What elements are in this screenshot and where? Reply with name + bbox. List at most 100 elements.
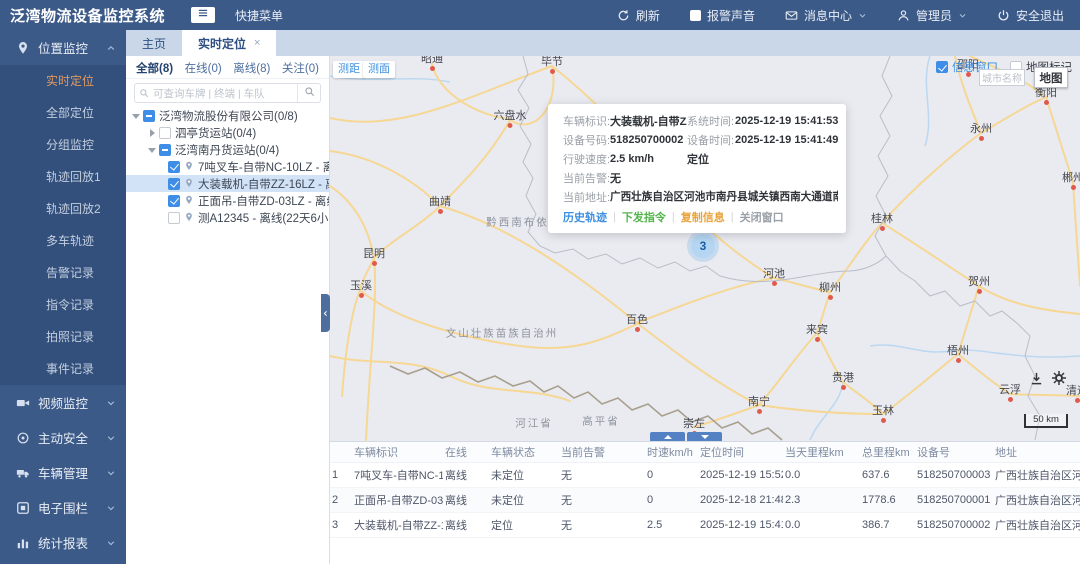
tree-node[interactable]: 泛湾南丹货运站(0/4) [126, 141, 329, 158]
tree-node[interactable]: 大装载机-自带ZZ-16LZ - 离线(2 [126, 175, 329, 192]
map-canvas[interactable]: 黔西南布依族苗族自治州文山壮族苗族自治州河江省高平省 昭通毕节六盘水曲靖昆明玉溪… [330, 56, 1080, 441]
popup-row: 车辆标识:大装载机-自带ZZ...系统时间:2025-12-19 15:41:5… [563, 111, 838, 130]
triangle-up-icon [663, 434, 672, 439]
tab-home-label: 主页 [142, 36, 167, 51]
popup-action-close-window[interactable]: 关闭窗口 [740, 209, 784, 225]
tree-node[interactable]: 正面吊-自带ZD-03LZ - 离线(19 [126, 192, 329, 209]
tree-checkbox[interactable] [143, 109, 155, 122]
menu-toggle-button[interactable] [191, 7, 216, 23]
popup-label: 当前地址: [563, 191, 611, 204]
vehicle-search-input[interactable]: 可查询车牌 | 终端 | 车队 [134, 83, 321, 103]
table-cell: 2025-12-19 15:41:49 [698, 512, 783, 538]
alarm-sound-toggle[interactable]: 报警声音 [689, 7, 755, 24]
table-collapse-buttons [650, 432, 722, 441]
gear-icon[interactable] [1051, 370, 1067, 386]
sidebar-item[interactable]: 实时定位 [0, 65, 126, 97]
filter-tab[interactable]: 全部(8) [136, 60, 173, 76]
sidebar-item[interactable]: 分组监控 [0, 129, 126, 161]
tree-checkbox[interactable] [168, 194, 180, 207]
table-cell: 无 [559, 487, 645, 513]
popup-label: 设备号码: [563, 134, 611, 147]
separator: | [730, 211, 734, 223]
table-cell: 无 [559, 512, 645, 538]
sidebar-section-label: 位置监控 [38, 42, 89, 56]
filter-tab[interactable]: 关注(0) [282, 60, 319, 76]
chevron-down-icon [106, 433, 116, 443]
filter-tab[interactable]: 在线(0) [185, 60, 222, 76]
city-search-placeholder: 城市名称 [982, 74, 1022, 85]
refresh-button[interactable]: 刷新 [617, 7, 660, 24]
map-type-button[interactable]: 地图 [1034, 67, 1068, 88]
expand-table-button[interactable] [650, 432, 685, 441]
tab-home[interactable]: 主页 [126, 30, 182, 56]
download-icon[interactable] [1029, 371, 1044, 386]
tree-node[interactable]: 7吨叉车-自带NC-10LZ - 离线(1 [126, 158, 329, 175]
filter-tab[interactable]: 离线(8) [233, 60, 270, 76]
table-cell: 0 [645, 462, 698, 488]
sidebar-item[interactable]: 告警记录 [0, 257, 126, 289]
sidebar-section-location-monitor[interactable]: 位置监控 [0, 30, 126, 65]
sidebar-section-label: 车辆管理 [38, 467, 89, 481]
sidebar-section-video-monitor[interactable]: 视频监控 [0, 385, 126, 420]
popup-action-copy-info[interactable]: 复制信息 [681, 209, 725, 225]
city-search-input[interactable]: 城市名称 [979, 69, 1025, 86]
sidebar-section-vehicle-management[interactable]: 车辆管理 [0, 455, 126, 490]
logout-button[interactable]: 安全退出 [997, 7, 1064, 24]
expand-arrow-icon[interactable] [147, 128, 157, 138]
panel-collapse-handle[interactable] [321, 294, 330, 332]
sidebar-section-statistics-report[interactable]: 统计报表 [0, 525, 126, 560]
tree-checkbox[interactable] [159, 126, 171, 139]
sidebar-item[interactable]: 指令记录 [0, 289, 126, 321]
popup-value: 大装载机-自带ZZ... [610, 115, 687, 128]
vehicle-tree: 泛湾物流股份有限公司(0/8) 泗亭货运站(0/4) 泛湾南丹货运站(0/4) 7吨叉… [126, 107, 329, 226]
column-header: 当前告警 [559, 442, 645, 463]
table-cell: 未定位 [489, 462, 559, 488]
collapse-arrow-icon[interactable] [131, 111, 141, 121]
sidebar-item[interactable]: 多车轨迹 [0, 225, 126, 257]
search-button[interactable] [297, 84, 320, 102]
tree-node[interactable]: 泛湾物流股份有限公司(0/8) [126, 107, 329, 124]
measure-distance-button[interactable]: 测距 [333, 61, 365, 78]
quick-menu-label[interactable]: 快捷菜单 [235, 7, 283, 24]
info-window-checkbox[interactable] [936, 61, 948, 73]
column-header: 定位时间 [698, 442, 783, 463]
app-title: 泛湾物流设备监控系统 [10, 7, 166, 25]
sidebar-item[interactable]: 事件记录 [0, 353, 126, 385]
popup-row: 设备号码: 518250700002 设备时间: 2025-12-19 15:41:4… [563, 130, 838, 149]
collapse-arrow-icon[interactable] [147, 145, 157, 155]
popup-label: 当前告警: [563, 172, 611, 185]
tree-checkbox[interactable] [168, 211, 180, 224]
popup-action-history-track[interactable]: 历史轨迹 [563, 209, 607, 225]
admin-user-menu[interactable]: 管理员 [897, 7, 967, 24]
measure-area-button[interactable]: 测面 [363, 61, 395, 78]
tab-close-icon[interactable]: × [254, 37, 260, 49]
tree-checkbox[interactable] [168, 160, 180, 173]
sidebar-item[interactable]: 轨迹回放2 [0, 193, 126, 225]
sidebar-item[interactable]: 轨迹回放1 [0, 161, 126, 193]
tree-node[interactable]: 泗亭货运站(0/4) [126, 124, 329, 141]
tree-checkbox[interactable] [159, 143, 171, 156]
table-cell: 广西壮族自治区河池市南 [993, 512, 1080, 538]
alarm-sound-checkbox[interactable] [689, 9, 701, 21]
popup-action-send-command[interactable]: 下发指令 [622, 209, 666, 225]
vehicle-cluster-marker[interactable]: 3 [691, 234, 715, 258]
sidebar-item[interactable]: 拍照记录 [0, 321, 126, 353]
collapse-table-button[interactable] [687, 432, 722, 441]
message-center-menu[interactable]: 消息中心 [785, 7, 867, 24]
tree-node[interactable]: 测A12345 - 离线(22天6小时) [126, 209, 329, 226]
sidebar-item[interactable]: 全部定位 [0, 97, 126, 129]
table-cell: 637.6 [860, 462, 915, 488]
table-row[interactable]: 17吨叉车-自带NC-10LZ离线未定位无02025-12-19 15:52:0… [330, 462, 1080, 488]
envelope-icon [785, 9, 798, 22]
tree-checkbox[interactable] [168, 177, 180, 190]
table-cell: 1 [330, 462, 352, 488]
table-row[interactable]: 3大装载机-自带ZZ-16LZ离线定位无2.52025-12-19 15:41:… [330, 512, 1080, 538]
tree-node-label: 正面吊-自带ZD-03LZ - 离线(19 [198, 195, 329, 208]
table-cell: 518250700002 [915, 512, 993, 538]
tab-realtime-location[interactable]: 实时定位 × [182, 30, 277, 56]
column-header: 车辆状态 [489, 442, 559, 463]
table-row[interactable]: 2正面吊-自带ZD-03LZ离线未定位无02025-12-18 21:48:55… [330, 487, 1080, 513]
sidebar-section-active-safety[interactable]: 主动安全 [0, 420, 126, 455]
table-cell: 定位 [489, 512, 559, 538]
sidebar-section-electronic-fence[interactable]: 电子围栏 [0, 490, 126, 525]
